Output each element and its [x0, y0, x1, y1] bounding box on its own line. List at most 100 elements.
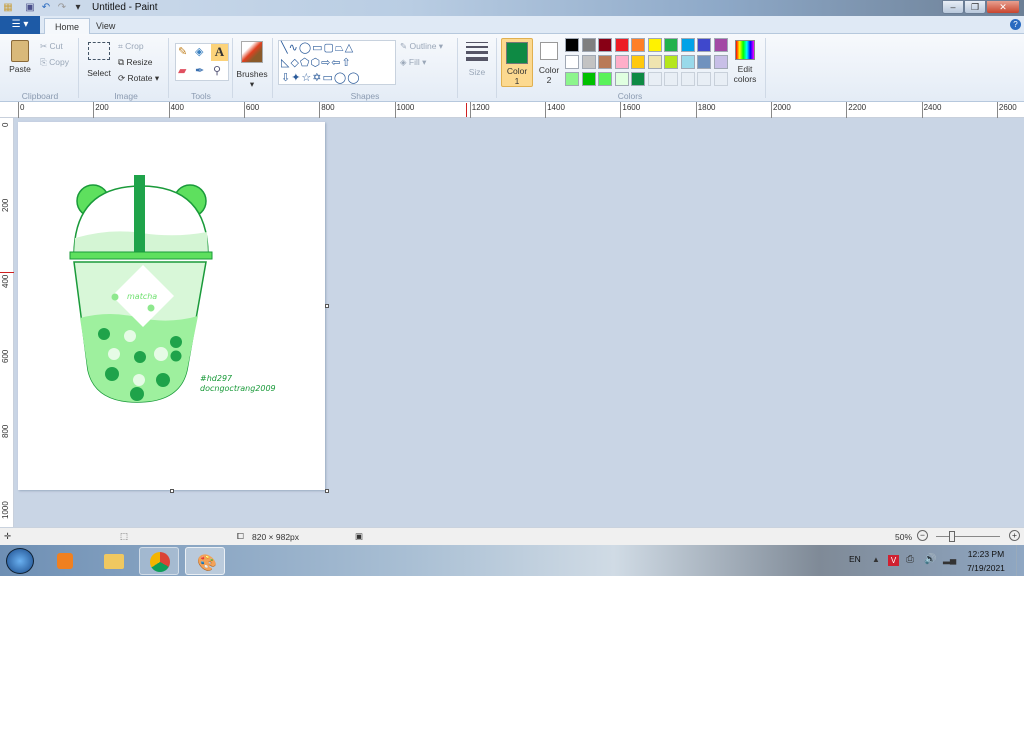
- palette-swatch[interactable]: [614, 38, 629, 52]
- size-button[interactable]: Size: [464, 40, 490, 77]
- image-group-label: Image: [114, 91, 138, 101]
- show-hidden-icons[interactable]: ▲: [872, 555, 880, 564]
- taskbar-media-player[interactable]: [45, 547, 85, 575]
- customize-quick-access-icon[interactable]: ▾: [72, 2, 84, 14]
- language-indicator[interactable]: EN: [849, 554, 861, 564]
- select-button[interactable]: Select: [86, 40, 112, 78]
- ruler-label: 1000: [396, 103, 415, 112]
- paint-icon: 🎨: [197, 555, 217, 572]
- color-picker-icon[interactable]: ✒: [195, 64, 204, 77]
- cut-button[interactable]: ✂ Cut: [40, 41, 63, 52]
- paste-button[interactable]: Paste: [8, 38, 32, 88]
- palette-swatch[interactable]: [614, 55, 629, 69]
- palette-swatch[interactable]: [598, 38, 612, 52]
- palette-swatch[interactable]: [581, 72, 596, 86]
- start-button[interactable]: [6, 548, 34, 574]
- clock-date[interactable]: 7/19/2021: [962, 563, 1010, 573]
- palette-swatch[interactable]: [581, 55, 596, 69]
- palette-swatch[interactable]: [647, 55, 662, 69]
- selection-icon: [88, 42, 110, 60]
- palette-swatch[interactable]: [664, 55, 678, 69]
- tab-home[interactable]: Home: [44, 18, 91, 35]
- palette-swatch[interactable]: [713, 55, 728, 69]
- ruler-label: 2000: [773, 103, 791, 112]
- palette-empty-slot[interactable]: [647, 72, 662, 86]
- maximize-button[interactable]: ❐: [964, 0, 986, 14]
- crop-button[interactable]: ⌗ Crop: [118, 41, 144, 52]
- copy-button[interactable]: ⎘ Copy: [40, 57, 69, 68]
- color2-button[interactable]: Color 2: [535, 38, 563, 87]
- taskbar-paint[interactable]: 🎨: [185, 547, 225, 575]
- palette-swatch[interactable]: [680, 55, 695, 69]
- resize-handle-corner[interactable]: [325, 489, 329, 493]
- zoom-in-button[interactable]: +: [1009, 530, 1020, 541]
- palette-swatch[interactable]: [631, 38, 645, 52]
- resize-handle-right[interactable]: [325, 304, 329, 308]
- brushes-button[interactable]: Brushes ▾: [236, 40, 268, 90]
- resize-button[interactable]: ⧉ Resize: [118, 57, 152, 68]
- signal-icon[interactable]: ▂▄: [943, 554, 956, 565]
- palette-swatch[interactable]: [565, 38, 579, 52]
- undo-icon[interactable]: ↶: [40, 2, 52, 14]
- palette-empty-slot[interactable]: [697, 72, 711, 86]
- pencil-icon[interactable]: ✎: [178, 45, 187, 58]
- palette-swatch[interactable]: [631, 55, 645, 69]
- palette-empty-slot[interactable]: [664, 72, 678, 86]
- clock-time[interactable]: 12:23 PM: [962, 549, 1010, 559]
- resize-handle-bottom[interactable]: [170, 489, 174, 493]
- color2-swatch: [540, 42, 558, 60]
- palette-swatch[interactable]: [697, 55, 711, 69]
- magnifier-icon[interactable]: ⚲: [213, 64, 221, 77]
- palette-swatch[interactable]: [697, 38, 711, 52]
- zoom-out-button[interactable]: −: [917, 530, 928, 541]
- tools-panel: ✎ ◈ A ▰ ✒ ⚲: [175, 43, 229, 81]
- fill-button[interactable]: ◈ Fill ▾: [400, 57, 426, 68]
- drawing-canvas[interactable]: matcha #hd297 docngoctrang2009: [18, 122, 325, 490]
- ruler-tick: [846, 102, 848, 118]
- ruler-label: 800: [321, 103, 335, 112]
- palette-swatch[interactable]: [598, 72, 612, 86]
- network-adapter-icon[interactable]: ⎙: [906, 554, 914, 565]
- palette-empty-slot[interactable]: [680, 72, 695, 86]
- palette-swatch[interactable]: [581, 38, 596, 52]
- close-button[interactable]: ✕: [986, 0, 1020, 14]
- save-icon[interactable]: ▣: [24, 2, 36, 14]
- edit-colors-button[interactable]: Edit colors: [732, 40, 758, 84]
- palette-swatch[interactable]: [598, 55, 612, 69]
- text-tool-icon[interactable]: A: [211, 44, 228, 61]
- taskbar-chrome[interactable]: [139, 547, 179, 575]
- palette-swatch[interactable]: [664, 38, 678, 52]
- file-menu-button[interactable]: ☰ ▾: [0, 16, 40, 34]
- tray-app-icon[interactable]: V: [888, 555, 899, 566]
- taskbar-file-explorer[interactable]: [94, 547, 134, 575]
- zoom-slider-thumb[interactable]: [949, 531, 955, 542]
- palette-swatch[interactable]: [647, 38, 662, 52]
- palette-swatch[interactable]: [565, 55, 579, 69]
- palette-empty-slot[interactable]: [713, 72, 728, 86]
- show-desktop-button[interactable]: [1016, 545, 1024, 576]
- palette-swatch[interactable]: [614, 72, 629, 86]
- zoom-slider[interactable]: [936, 536, 1000, 537]
- ruler-tick: [168, 102, 170, 118]
- palette-swatch[interactable]: [713, 38, 728, 52]
- tab-view[interactable]: View: [86, 18, 125, 35]
- shapes-gallery[interactable]: ╲∿◯▭▢⏢△ ◺◇⬠⬡⇨⇦⇧ ⇩✦☆✡▭◯◯: [278, 40, 396, 85]
- ribbon-tabs: [0, 16, 1024, 34]
- rotate-button[interactable]: ⟳ Rotate ▾: [118, 73, 159, 84]
- redo-icon[interactable]: ↷: [56, 2, 68, 14]
- cursor-position-icon: ✛: [4, 531, 12, 541]
- outline-button[interactable]: ✎ Outline ▾: [400, 41, 443, 52]
- volume-icon[interactable]: 🔊: [924, 554, 936, 565]
- minimize-button[interactable]: –: [942, 0, 964, 14]
- color1-button[interactable]: Color 1: [501, 38, 533, 87]
- ruler-tick: [394, 102, 396, 118]
- eraser-icon[interactable]: ▰: [178, 64, 186, 77]
- fill-label: Fill: [408, 57, 420, 67]
- palette-swatch[interactable]: [631, 72, 645, 86]
- ruler-label: 1200: [471, 103, 490, 112]
- fill-bucket-icon[interactable]: ◈: [195, 45, 203, 58]
- help-icon[interactable]: ?: [1010, 19, 1021, 30]
- folder-icon: [104, 554, 124, 569]
- palette-swatch[interactable]: [680, 38, 695, 52]
- palette-swatch[interactable]: [565, 72, 579, 86]
